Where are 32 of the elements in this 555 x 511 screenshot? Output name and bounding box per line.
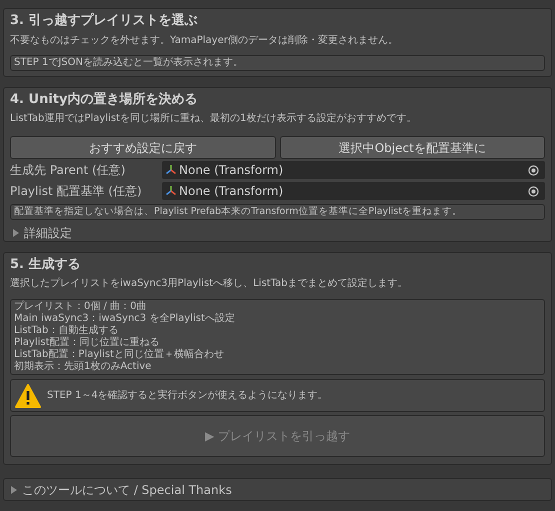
action-button[interactable]: おすすめ設定に戻す bbox=[10, 136, 276, 159]
object-field[interactable]: None (Transform) bbox=[162, 161, 545, 179]
field-value: None (Transform) bbox=[179, 183, 284, 200]
object-picker-icon[interactable] bbox=[528, 164, 539, 176]
warning-text: STEP 1～4を確認すると実行ボタンが使えるようになります。 bbox=[47, 388, 328, 403]
section-description: 不要なものはチェックを外せます。YamaPlayer側のデータは削除・変更されません。 bbox=[10, 34, 399, 48]
field-label: Playlist 配置基準 (任意) bbox=[10, 183, 143, 200]
transform-icon bbox=[165, 164, 177, 176]
section-description: 選択したプレイリストをiwaSync3用Playlistへ移し、ListTabまでまとめて設定します。 bbox=[10, 277, 408, 291]
summary-line: Playlist配置：同じ位置に重ねる bbox=[14, 337, 161, 348]
action-button[interactable]: 選択中Objectを配置基準に bbox=[280, 136, 545, 159]
field-label: 生成先 Parent (任意) bbox=[10, 162, 126, 179]
foldout[interactable]: このツールについて / Special Thanks bbox=[10, 480, 232, 498]
help-box: STEP 1でJSONを読み込むと一覧が表示されます。 bbox=[10, 55, 545, 71]
object-picker-icon[interactable] bbox=[528, 186, 539, 196]
foldout-arrow-icon bbox=[10, 486, 18, 494]
summary-line: プレイリスト：0個 / 曲：0曲 bbox=[14, 301, 148, 313]
help-box: 配置基準を指定しない場合は、Playlist Prefab本来のTransform位置を基準に全Playlistを重ねます。 bbox=[10, 204, 545, 220]
summary-line: Main iwaSync3：iwaSync3 を全Playlistへ設定 bbox=[14, 313, 236, 324]
warning-icon bbox=[15, 384, 41, 408]
foldout[interactable]: 詳細設定 bbox=[12, 224, 72, 242]
section-description: ListTab運用ではPlaylistを同じ場所に重ね、最初の1枚だけ表示する設定がおすすめです。 bbox=[10, 112, 418, 126]
foldout-arrow-icon bbox=[12, 229, 20, 237]
summary-line: ListTab：自動生成する bbox=[14, 325, 120, 336]
field-value: None (Transform) bbox=[179, 162, 284, 179]
summary-line: 初期表示：先頭1枚のみActive bbox=[14, 361, 152, 373]
transform-icon bbox=[165, 185, 177, 197]
object-field[interactable]: None (Transform) bbox=[162, 182, 545, 200]
section-title: 5. 生成する bbox=[10, 256, 82, 274]
summary-line: ListTab配置：Playlistと同じ位置＋横幅合わせ bbox=[14, 349, 225, 360]
section-title: 4. Unity内の置き場所を決める bbox=[10, 91, 198, 109]
section-title: 3. 引っ越すプレイリストを選ぶ bbox=[10, 12, 199, 30]
